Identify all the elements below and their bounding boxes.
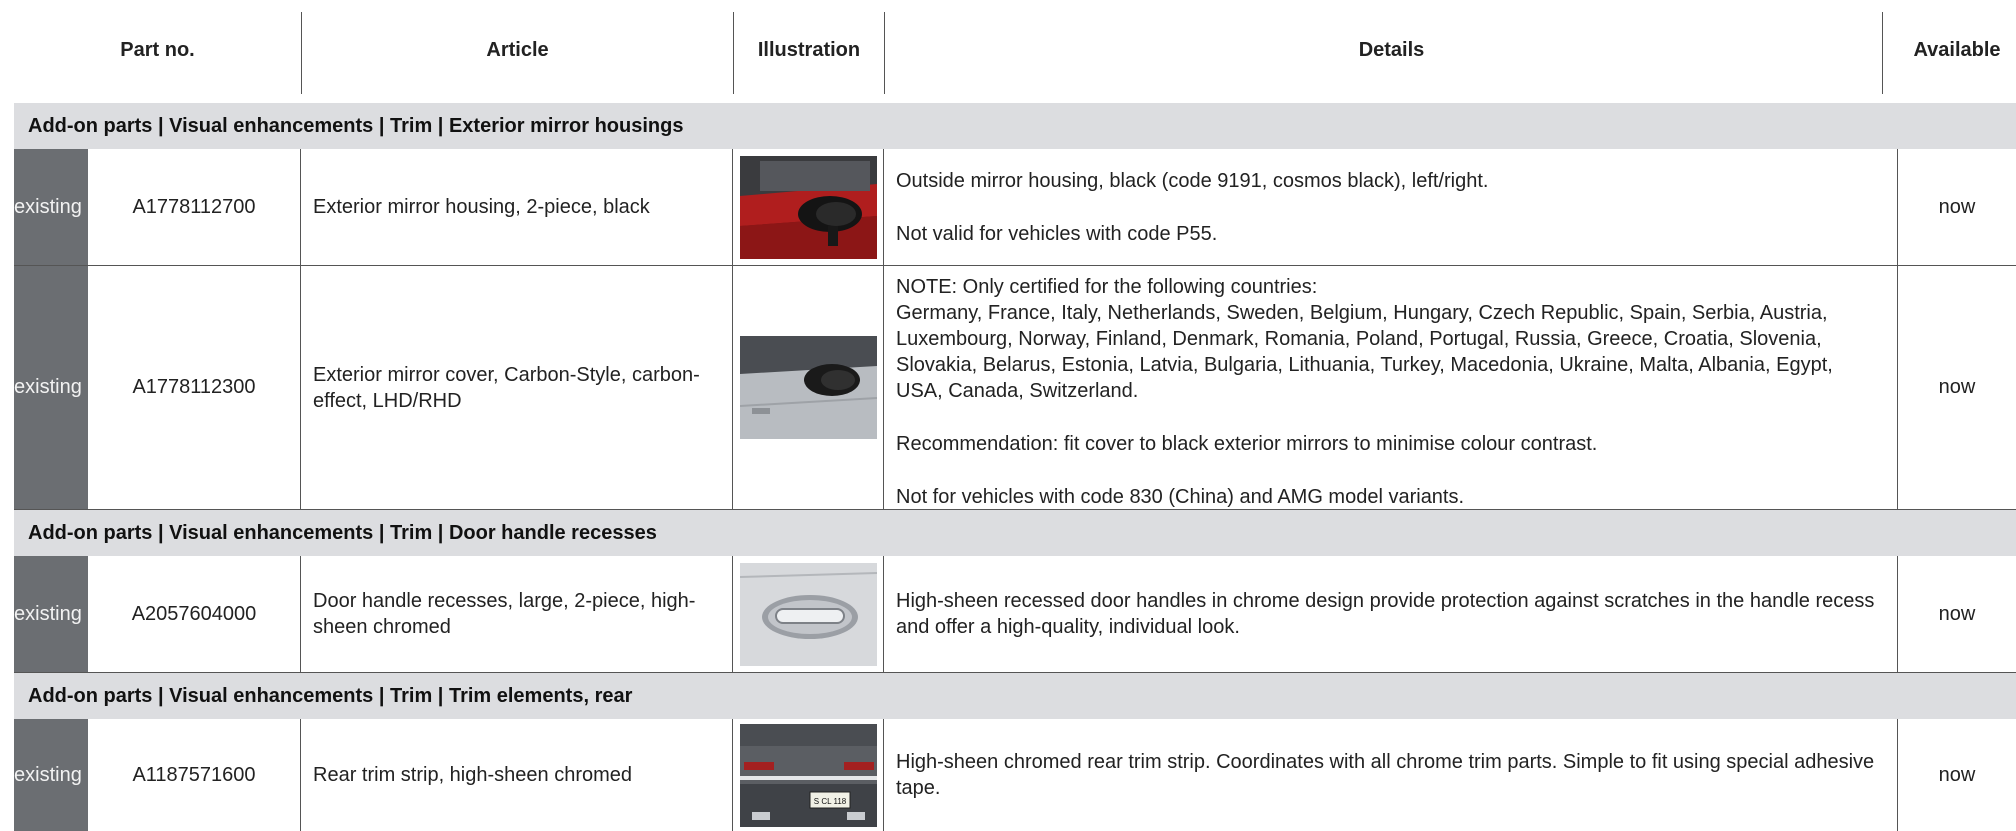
section-header: Add-on parts | Visual enhancements | Tri…: [14, 103, 2016, 149]
part-number: A1778112300: [88, 266, 301, 509]
details-paragraph: Not valid for vehicles with code P55.: [896, 222, 1218, 245]
details-paragraph: High-sheen recessed door handles in chro…: [896, 590, 1875, 638]
table-row: existing A1778112300 Exterior mirror cov…: [14, 266, 2016, 510]
illustration-cell: [733, 149, 884, 265]
illustration-cell: [733, 266, 884, 509]
part-number: A2057604000: [88, 556, 301, 672]
header-divider: [1882, 12, 1883, 94]
section-header: Add-on parts | Visual enhancements | Tri…: [14, 673, 2016, 719]
article-name: Door handle recesses, large, 2-piece, hi…: [301, 556, 733, 672]
details-paragraph: Not for vehicles with code 830 (China) a…: [896, 486, 1465, 508]
details-paragraph: NOTE: Only certified for the following c…: [896, 276, 1833, 402]
availability: now: [1938, 602, 1976, 625]
details-text: Outside mirror housing, black (code 9191…: [884, 149, 1898, 265]
plate-text: S CL 118: [813, 797, 846, 806]
details-text: High-sheen chromed rear trim strip. Coor…: [884, 719, 1898, 831]
part-number: A1187571600: [88, 719, 301, 831]
table-row: existing A1187571600 Rear trim strip, hi…: [14, 719, 2016, 831]
rear-trim-strip-image: S CL 118: [739, 723, 877, 827]
illustration-cell: S CL 118: [733, 719, 884, 831]
section-header: Add-on parts | Visual enhancements | Tri…: [14, 510, 2016, 556]
table-header: Part no. Article Illustration Details Av…: [0, 0, 2016, 100]
mirror-red-car-image: [739, 155, 877, 259]
details-text: High-sheen recessed door handles in chro…: [884, 556, 1898, 672]
status-badge: existing: [14, 556, 88, 672]
availability: now: [1938, 195, 1976, 218]
door-handle-image: [739, 562, 877, 666]
header-illustration: Illustration: [757, 38, 861, 61]
header-part-no: Part no.: [120, 38, 195, 61]
mirror-carbon-cover-image: [739, 336, 877, 439]
availability: now: [1938, 763, 1976, 786]
header-details: Details: [1358, 38, 1425, 61]
status-badge: existing: [14, 266, 88, 509]
article-name: Exterior mirror cover, Carbon-Style, car…: [301, 266, 733, 509]
article-name: Exterior mirror housing, 2-piece, black: [301, 149, 733, 265]
availability: now: [1938, 376, 1976, 398]
status-badge: existing: [14, 719, 88, 831]
status-badge: existing: [14, 149, 88, 265]
parts-table: Part no. Article Illustration Details Av…: [0, 0, 2016, 831]
details-text: NOTE: Only certified for the following c…: [884, 266, 1898, 509]
header-available: Available: [1913, 38, 2001, 61]
details-paragraph: Outside mirror housing, black (code 9191…: [896, 169, 1489, 192]
article-name: Rear trim strip, high-sheen chromed: [301, 719, 733, 831]
table-row: existing A1778112700 Exterior mirror hou…: [14, 149, 2016, 266]
details-paragraph: High-sheen chromed rear trim strip. Coor…: [896, 751, 1875, 799]
details-paragraph: Recommendation: fit cover to black exter…: [896, 433, 1598, 455]
header-article: Article: [486, 38, 549, 61]
table-row: existing A2057604000 Door handle recesse…: [14, 556, 2016, 673]
part-number: A1778112700: [88, 149, 301, 265]
illustration-cell: [733, 556, 884, 672]
